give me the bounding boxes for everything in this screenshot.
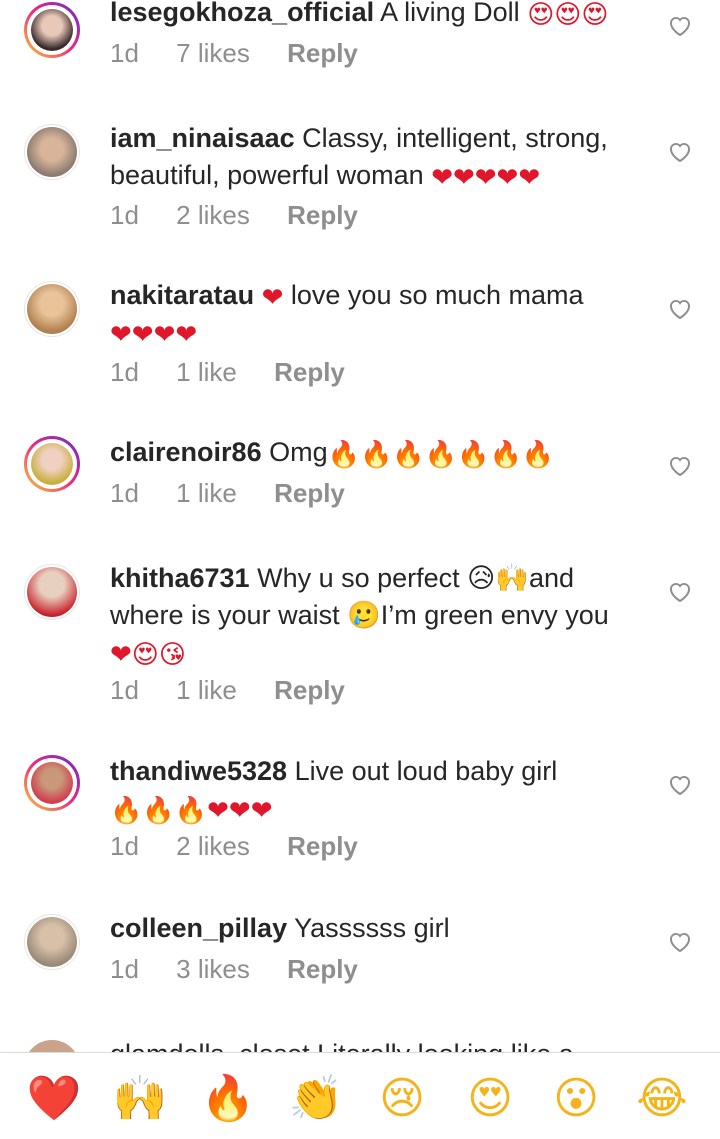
username[interactable]: khitha6731	[110, 563, 250, 593]
comment-likes[interactable]: 7 likes	[176, 38, 250, 68]
comment-likes[interactable]: 1 like	[176, 478, 237, 508]
comment-emoji: 🔥🔥🔥❤❤❤	[110, 796, 273, 826]
comment-meta: 1d 1 like Reply	[110, 478, 375, 509]
fire-emoji-button[interactable]: 🔥	[200, 1071, 256, 1127]
comment-text: iam_ninaisaac Classy, intelligent, stron…	[110, 120, 630, 194]
reply-button[interactable]: Reply	[287, 38, 358, 68]
comment-emoji: 😍😍😍	[527, 0, 609, 30]
comment-text: khitha6731 Why u so perfect 😥🙌and where …	[110, 560, 630, 671]
comment-text: colleen_pillay Yassssss girl	[110, 910, 630, 947]
quick-reaction-bar: ❤️ 🙌 🔥 👏 😢 😍 😮 😂	[0, 1052, 720, 1139]
username[interactable]: thandiwe5328	[110, 756, 287, 786]
comment-likes[interactable]: 2 likes	[176, 831, 250, 861]
comment-meta: 1d 1 like Reply	[110, 675, 375, 706]
avatar[interactable]	[24, 1040, 80, 1052]
comment-meta: 1d 2 likes Reply	[110, 200, 388, 231]
username[interactable]: lesegokhoza_official	[110, 0, 374, 27]
comment-message: A living Doll	[380, 0, 520, 27]
comment-emoji: 🔥🔥🔥🔥🔥🔥🔥	[327, 440, 555, 470]
laughing-tears-emoji-button[interactable]: 😂	[634, 1071, 690, 1127]
reply-button[interactable]: Reply	[274, 357, 345, 387]
username[interactable]: iam_ninaisaac	[110, 123, 295, 153]
comment-emoji: ❤❤❤❤	[110, 320, 198, 350]
comment-likes[interactable]: 2 likes	[176, 200, 250, 230]
comment-likes[interactable]: 1 like	[176, 675, 237, 705]
reply-button[interactable]: Reply	[287, 954, 358, 984]
comment-meta: 1d 1 like Reply	[110, 357, 375, 388]
comment-text: lesegokhoza_official A living Doll 😍😍😍	[110, 0, 630, 31]
red-heart-emoji-button[interactable]: ❤️	[26, 1071, 82, 1127]
comment-message: Omg	[269, 437, 328, 467]
heart-eyes-emoji-button[interactable]: 😍	[462, 1071, 518, 1127]
comment-meta: 1d 2 likes Reply	[110, 831, 388, 862]
comment-message: Live out loud baby girl	[294, 756, 558, 786]
heart-outline-icon[interactable]	[668, 581, 692, 603]
avatar[interactable]	[24, 564, 80, 620]
avatar[interactable]	[24, 124, 80, 180]
username[interactable]: nakitaratau	[110, 280, 254, 310]
comment-emoji: ❤😍😘	[110, 640, 186, 670]
comment-time: 1d	[110, 357, 139, 387]
comment-time: 1d	[110, 478, 139, 508]
raising-hands-emoji-button[interactable]: 🙌	[112, 1071, 168, 1127]
comment-likes[interactable]: 3 likes	[176, 954, 250, 984]
heart-outline-icon[interactable]	[668, 141, 692, 163]
avatar[interactable]	[24, 914, 80, 970]
avatar[interactable]	[24, 436, 80, 492]
reply-button[interactable]: Reply	[287, 200, 358, 230]
partial-comment: glamdolls_closet Literally looking like …	[110, 1036, 574, 1052]
avatar[interactable]	[24, 281, 80, 337]
reply-button[interactable]: Reply	[274, 675, 345, 705]
comment-meta: 1d 3 likes Reply	[110, 954, 388, 985]
heart-outline-icon[interactable]	[668, 298, 692, 320]
username[interactable]: clairenoir86	[110, 437, 262, 467]
comment-emoji-lead: ❤	[261, 283, 284, 313]
comment-time: 1d	[110, 831, 139, 861]
heart-outline-icon[interactable]	[668, 15, 692, 37]
reply-button[interactable]: Reply	[274, 478, 345, 508]
heart-outline-icon[interactable]	[668, 774, 692, 796]
comment-likes[interactable]: 1 like	[176, 357, 237, 387]
clapping-hands-emoji-button[interactable]: 👏	[288, 1071, 344, 1127]
avatar[interactable]	[24, 2, 80, 58]
username[interactable]: colleen_pillay	[110, 913, 287, 943]
comment-message: love you so much mama	[290, 280, 584, 310]
comment-text: clairenoir86 Omg🔥🔥🔥🔥🔥🔥🔥	[110, 434, 630, 471]
comment-message: Yassssss girl	[294, 913, 450, 943]
heart-outline-icon[interactable]	[668, 455, 692, 477]
comment-text: nakitaratau ❤ love you so much mama ❤❤❤❤	[110, 277, 630, 351]
comment-time: 1d	[110, 38, 139, 68]
surprised-face-emoji-button[interactable]: 😮	[548, 1071, 604, 1127]
comment-time: 1d	[110, 675, 139, 705]
crying-face-emoji-button[interactable]: 😢	[374, 1071, 430, 1127]
comment-meta: 1d 7 likes Reply	[110, 38, 388, 69]
comment-text: thandiwe5328 Live out loud baby girl 🔥🔥🔥❤…	[110, 753, 630, 827]
reply-button[interactable]: Reply	[287, 831, 358, 861]
comment-emoji: ❤❤❤❤❤	[431, 163, 541, 193]
comment-time: 1d	[110, 954, 139, 984]
comment-time: 1d	[110, 200, 139, 230]
avatar[interactable]	[24, 755, 80, 811]
heart-outline-icon[interactable]	[668, 931, 692, 953]
